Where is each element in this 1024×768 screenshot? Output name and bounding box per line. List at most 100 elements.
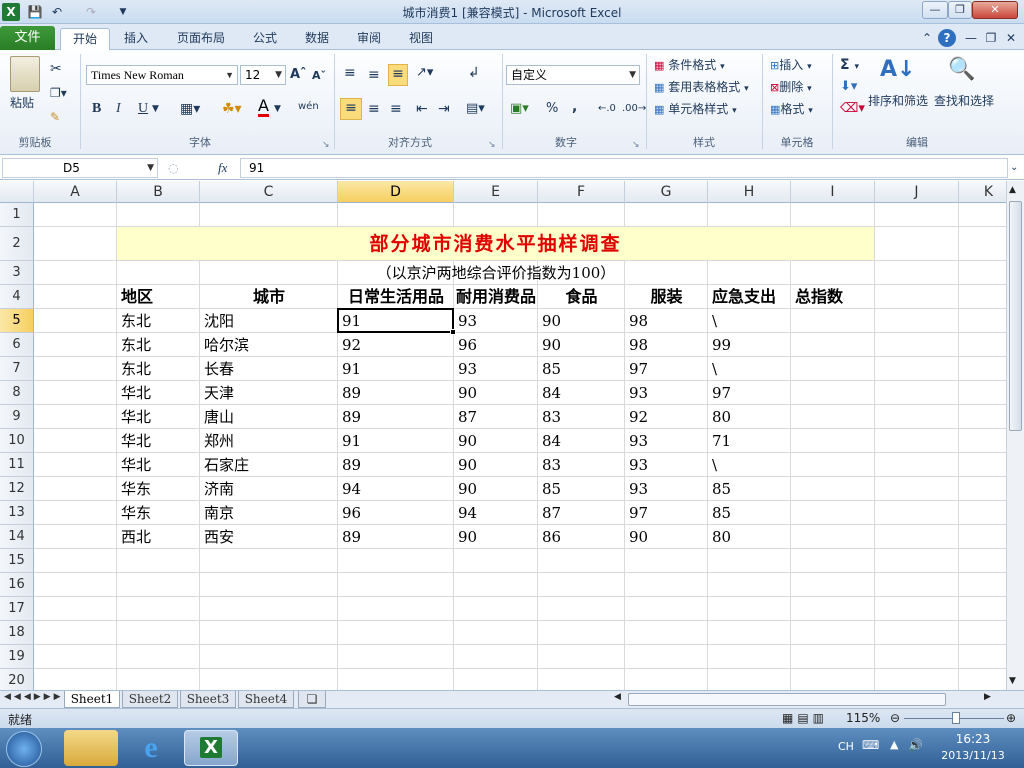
data-cell[interactable]: 93 bbox=[625, 453, 708, 477]
data-cell[interactable]: 郑州 bbox=[200, 429, 338, 453]
row-header-7[interactable]: 7 bbox=[0, 357, 34, 381]
doc-restore-icon[interactable]: ❐ bbox=[982, 29, 1000, 47]
tab-file[interactable]: 文件 bbox=[0, 26, 55, 50]
cell[interactable] bbox=[959, 597, 1006, 621]
column-header-a[interactable]: A bbox=[34, 181, 117, 203]
merge-center-icon[interactable]: ▤▾ bbox=[466, 100, 485, 118]
row-header-15[interactable]: 15 bbox=[0, 549, 34, 573]
data-cell[interactable]: 93 bbox=[454, 309, 538, 333]
autosum-button[interactable]: Σ ▾ bbox=[840, 56, 859, 76]
cell[interactable] bbox=[338, 203, 454, 227]
cell[interactable] bbox=[875, 309, 959, 333]
doc-close-icon[interactable]: ✕ bbox=[1002, 29, 1020, 47]
data-cell[interactable] bbox=[791, 477, 875, 501]
cell[interactable] bbox=[959, 645, 1006, 669]
cell[interactable] bbox=[959, 227, 1006, 261]
sheet-nav-icons[interactable]: ◀◀◀▶▶▶ bbox=[4, 692, 64, 702]
cell[interactable] bbox=[538, 621, 625, 645]
italic-button[interactable]: I bbox=[116, 100, 121, 118]
data-cell[interactable]: 济南 bbox=[200, 477, 338, 501]
decrease-decimal-icon[interactable]: .00→ bbox=[622, 100, 646, 118]
data-cell[interactable]: 华北 bbox=[117, 429, 200, 453]
tray-expand-icon[interactable]: ▲ bbox=[890, 738, 898, 751]
tab-data[interactable]: 数据 bbox=[296, 28, 338, 50]
zoom-in-icon[interactable]: ⊕ bbox=[1006, 711, 1016, 725]
data-cell[interactable] bbox=[791, 429, 875, 453]
cell[interactable] bbox=[34, 261, 117, 285]
cell[interactable] bbox=[34, 227, 117, 261]
data-cell[interactable]: 97 bbox=[625, 357, 708, 381]
currency-icon[interactable]: ▣▾ bbox=[510, 100, 529, 118]
cell[interactable] bbox=[34, 501, 117, 525]
column-header-e[interactable]: E bbox=[454, 181, 538, 203]
data-cell[interactable]: 86 bbox=[538, 525, 625, 549]
row-header-16[interactable]: 16 bbox=[0, 573, 34, 597]
data-cell[interactable]: 89 bbox=[338, 405, 454, 429]
row-header-9[interactable]: 9 bbox=[0, 405, 34, 429]
cell[interactable] bbox=[625, 621, 708, 645]
data-cell[interactable]: \ bbox=[708, 309, 791, 333]
cell[interactable] bbox=[200, 645, 338, 669]
cell[interactable] bbox=[959, 573, 1006, 597]
cell[interactable] bbox=[708, 645, 791, 669]
data-cell[interactable]: 90 bbox=[538, 309, 625, 333]
fill-handle[interactable] bbox=[450, 329, 456, 335]
border-icon[interactable]: ▦▾ bbox=[180, 100, 200, 118]
column-header-g[interactable]: G bbox=[625, 181, 708, 203]
data-cell[interactable] bbox=[791, 357, 875, 381]
data-cell[interactable]: 92 bbox=[338, 333, 454, 357]
data-cell[interactable]: 99 bbox=[708, 333, 791, 357]
cell[interactable] bbox=[34, 429, 117, 453]
help-icon[interactable]: ? bbox=[938, 29, 956, 47]
column-header-d[interactable]: D bbox=[338, 181, 454, 203]
vertical-scroll-thumb[interactable] bbox=[1009, 201, 1022, 431]
cell[interactable] bbox=[791, 621, 875, 645]
data-cell[interactable]: 97 bbox=[708, 381, 791, 405]
name-box[interactable]: D5 ▼ bbox=[2, 158, 158, 178]
data-cell[interactable]: 华北 bbox=[117, 453, 200, 477]
data-cell[interactable]: 93 bbox=[625, 429, 708, 453]
cell[interactable] bbox=[454, 645, 538, 669]
font-color-icon[interactable]: A bbox=[258, 98, 269, 117]
cell[interactable] bbox=[875, 429, 959, 453]
data-cell[interactable]: 90 bbox=[625, 525, 708, 549]
restore-button[interactable]: ❐ bbox=[948, 1, 972, 19]
cell[interactable] bbox=[34, 669, 117, 690]
row-header-8[interactable]: 8 bbox=[0, 381, 34, 405]
delete-cells-button[interactable]: ⊠删除 ▾ bbox=[770, 78, 812, 98]
cell[interactable] bbox=[117, 549, 200, 573]
data-cell[interactable]: 西安 bbox=[200, 525, 338, 549]
comma-button[interactable]: , bbox=[572, 98, 577, 116]
data-cell[interactable]: 89 bbox=[338, 453, 454, 477]
insert-function-button[interactable]: fx bbox=[218, 159, 227, 177]
column-header-i[interactable]: I bbox=[791, 181, 875, 203]
cell[interactable] bbox=[959, 261, 1006, 285]
data-cell[interactable]: 90 bbox=[454, 477, 538, 501]
cell[interactable] bbox=[338, 573, 454, 597]
cell[interactable] bbox=[34, 285, 117, 309]
tab-insert[interactable]: 插入 bbox=[114, 28, 158, 50]
number-format-select[interactable]: 自定义 ▼ bbox=[506, 65, 640, 85]
row-header-2[interactable]: 2 bbox=[0, 227, 34, 261]
worksheet-grid[interactable]: A B C D E F G H I J K 1 2 3 4 5 6 7 8 9 10 11 12 13 14 15 16 17 18 19… bbox=[0, 181, 1006, 690]
tab-review[interactable]: 审阅 bbox=[348, 28, 390, 50]
sheet-tab-2[interactable]: Sheet2 bbox=[122, 691, 178, 708]
cell[interactable] bbox=[34, 573, 117, 597]
format-cells-button[interactable]: ▦格式 ▾ bbox=[770, 100, 813, 120]
data-cell[interactable]: 94 bbox=[454, 501, 538, 525]
data-cell[interactable]: 93 bbox=[625, 477, 708, 501]
start-button-icon[interactable] bbox=[6, 731, 42, 767]
scroll-up-icon[interactable]: ▲ bbox=[1009, 185, 1016, 195]
cell[interactable] bbox=[625, 203, 708, 227]
cell[interactable] bbox=[959, 549, 1006, 573]
select-all-corner[interactable] bbox=[0, 181, 34, 203]
cell[interactable] bbox=[338, 597, 454, 621]
cell[interactable] bbox=[708, 549, 791, 573]
bold-button[interactable]: B bbox=[92, 100, 101, 118]
zoom-level[interactable]: 115% bbox=[846, 711, 880, 725]
increase-indent-icon[interactable]: ⇥ bbox=[438, 100, 450, 118]
cell[interactable] bbox=[875, 549, 959, 573]
data-cell[interactable]: 89 bbox=[338, 381, 454, 405]
row-header-5[interactable]: 5 bbox=[0, 309, 34, 333]
cell[interactable] bbox=[875, 203, 959, 227]
